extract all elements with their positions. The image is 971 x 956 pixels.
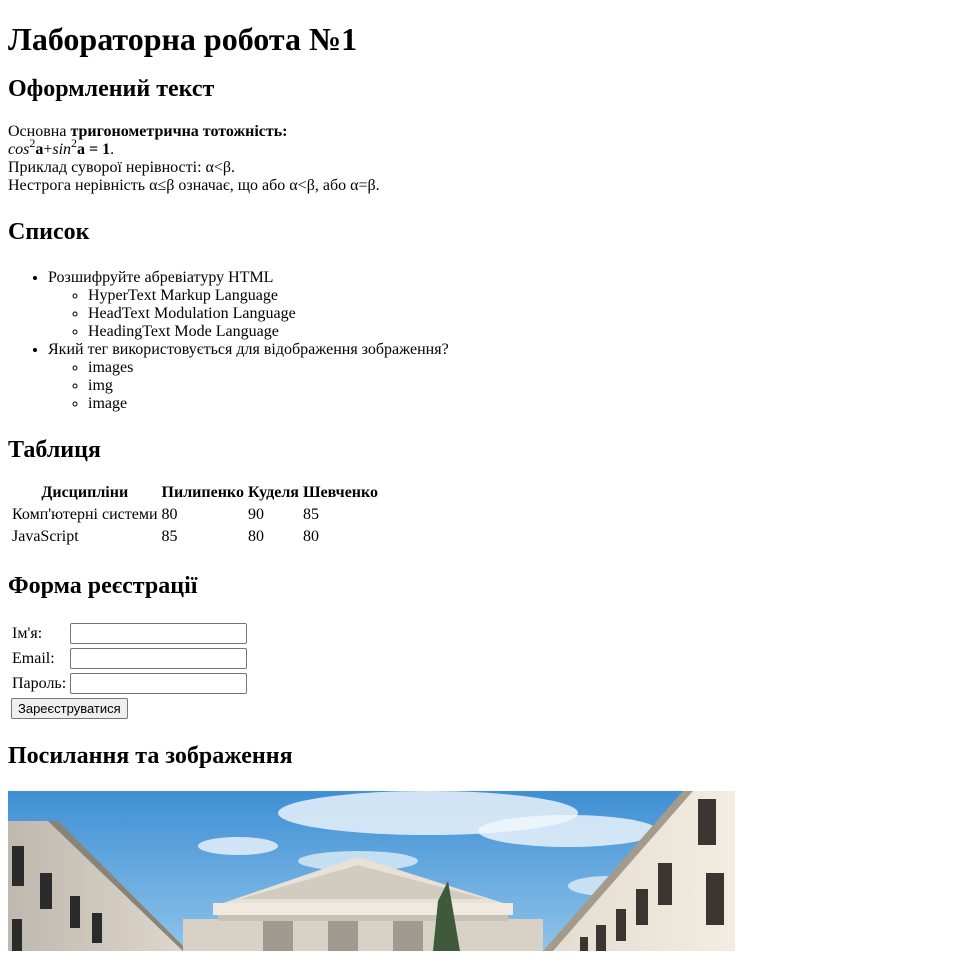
password-input[interactable] [70,673,248,694]
form-row: Email: [11,647,248,670]
form-row: Пароль: [11,672,248,695]
column-header: Куделя [247,484,299,501]
password-label: Пароль: [12,674,67,692]
list-item: Розшифруйте абревіатуру HTML HyperText M… [48,269,963,341]
answer-list: HyperText Markup Language HeadText Modul… [48,287,963,341]
column-header: Дисципліни [41,484,129,501]
strict-inequality: Приклад суворої нерівності: α<β. [8,159,236,176]
section-heading-list: Список [8,219,90,245]
section-heading-table: Таблиця [8,437,101,463]
list-item: HyperText Markup Language [88,287,963,305]
sin-text: sin [52,141,72,158]
answer-list: images img image [48,359,963,413]
name-cell [69,622,248,645]
identity-intro: Основна тригонометрична тотожність: [8,123,963,141]
table-cell: 85 [161,528,178,545]
email-input[interactable] [70,648,248,669]
list-item-label: Розшифруйте абревіатуру HTML [48,269,274,286]
email-cell [69,647,248,670]
name-input[interactable] [70,623,248,644]
section-heading-form: Форма реєстрації [8,573,198,599]
list-item: img [88,377,963,395]
list-item: Який тег використовується для відображен… [48,341,963,413]
nonstrict-inequality: Нестрога нерівність α≤β означає, що або … [8,177,380,194]
form-row: Ім'я: [11,622,248,645]
registration-form: Ім'я: Email: Пароль: Зареєструватися [8,620,963,719]
table-cell: 80 [247,528,264,545]
page-title: Лабораторна робота №1 [8,21,358,57]
list-item: images [88,359,963,377]
section-heading-links: Посилання та зображення [8,743,293,769]
list-item: image [88,395,963,413]
sup-2: 2 [71,135,78,150]
list-item: HeadingText Mode Language [88,323,963,341]
table-row: JavaScript 85 80 80 [11,527,379,547]
password-cell [69,672,248,695]
sup-1: 2 [29,135,36,150]
alpha-2-eq: a = 1 [77,141,111,158]
cos-text: cos [8,141,30,158]
building-image [8,791,735,951]
intro-plain: Основна [8,123,71,140]
page: Лабораторна робота №1 Оформлений текст О… [0,21,971,951]
table-cell: 90 [247,506,264,523]
formula-dot: . [110,141,115,158]
table-header-row: Дисципліни Пилипенко Куделя Шевченко [11,483,379,503]
table-cell: JavaScript [12,528,79,545]
table-cell: 85 [302,506,319,523]
register-button[interactable]: Зареєструватися [11,698,128,719]
question-list: Розшифруйте абревіатуру HTML HyperText M… [8,269,963,413]
name-label: Ім'я: [12,624,43,642]
table-cell: Комп'ютерні системи [12,506,158,523]
column-header: Шевченко [302,484,379,501]
intro-bold: тригонометрична тотожність: [70,123,288,140]
table-row: Комп'ютерні системи 80 90 85 [11,505,379,525]
list-item-label: Який тег використовується для відображен… [48,341,449,358]
table-cell: 80 [161,506,178,523]
grades-table: Дисципліни Пилипенко Куделя Шевченко Ком… [9,481,381,549]
email-label: Email: [12,649,55,667]
section-heading-text: Оформлений текст [8,76,215,102]
list-item: HeadText Modulation Language [88,305,963,323]
column-header: Пилипенко [161,484,244,501]
plus-sign: + [43,141,53,158]
formatted-text: Основна тригонометрична тотожність: cos2… [8,123,963,195]
table-cell: 80 [302,528,319,545]
form-layout: Ім'я: Email: Пароль: [9,620,250,697]
identity-formula: cos2a+sin2a = 1. [8,137,963,159]
